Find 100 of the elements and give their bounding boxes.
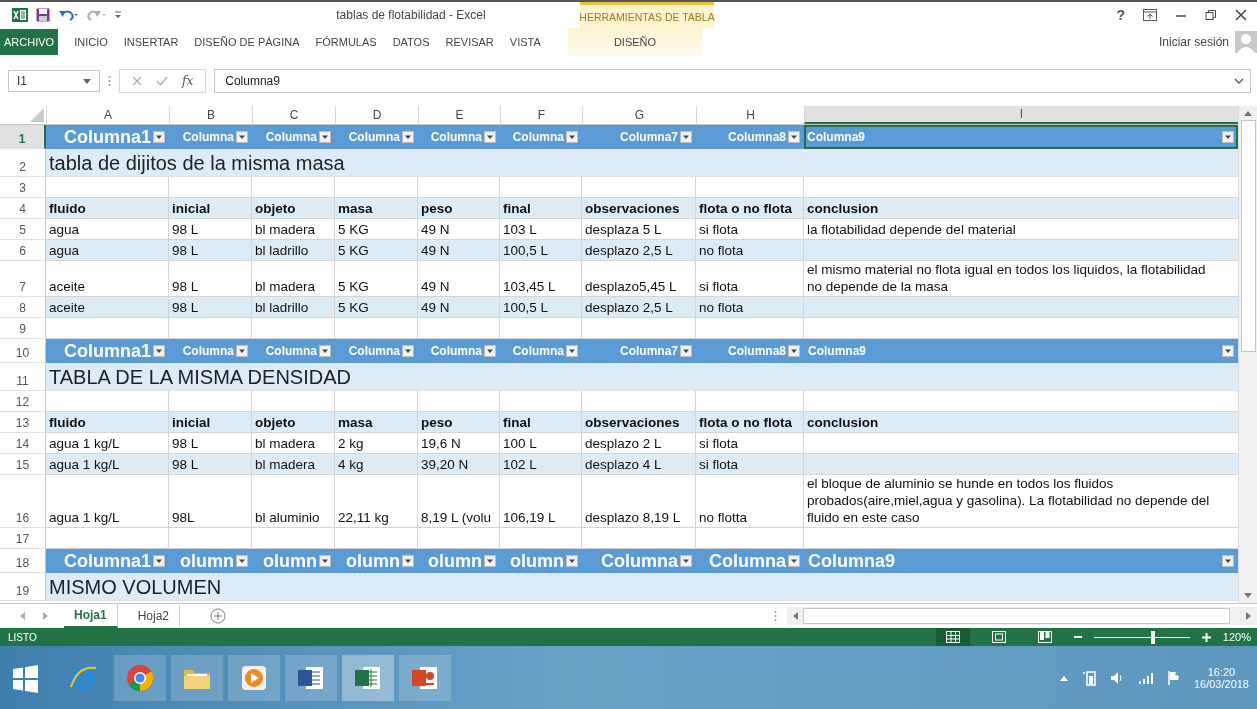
filter-dropdown-icon[interactable] [566, 555, 578, 567]
filter-dropdown-icon[interactable] [402, 345, 414, 357]
filter-dropdown-icon[interactable] [319, 555, 331, 567]
dropdown-arrow-icon[interactable] [83, 78, 91, 84]
scroll-left-icon[interactable] [791, 611, 799, 621]
show-hidden-icon[interactable] [1059, 674, 1068, 681]
filter-dropdown-icon[interactable] [484, 131, 496, 143]
horizontal-scrollbar[interactable] [787, 607, 1257, 625]
taskbar-button[interactable] [285, 654, 337, 701]
ribbon-tab[interactable]: FÓRMULAS [309, 30, 383, 54]
add-sheet-icon[interactable] [210, 608, 227, 624]
table-cell: peso [421, 200, 453, 217]
filter-dropdown-icon[interactable] [402, 555, 414, 567]
file-tab[interactable]: ARCHIVO [0, 29, 59, 55]
table-cell: fluido [49, 200, 86, 217]
filter-dropdown-icon[interactable] [319, 131, 331, 143]
flag-icon[interactable] [1167, 670, 1180, 685]
filter-dropdown-icon[interactable] [236, 555, 248, 567]
restore-icon[interactable] [1205, 9, 1217, 21]
table-cell: peso [421, 414, 453, 431]
save-icon[interactable] [36, 8, 50, 22]
ribbon-tab[interactable]: VISTA [503, 30, 547, 54]
insert-function-button[interactable]: fx [182, 74, 194, 88]
table-cell: 49 N [421, 221, 450, 238]
column-header[interactable]: B [169, 106, 252, 124]
filter-dropdown-icon[interactable] [484, 345, 496, 357]
filter-dropdown-icon[interactable] [788, 555, 800, 567]
table-cell-text: el bloque de aluminio se hunde en todos los fluidos probados(aire,miel,agua y gasolina). La flotabilidad no depende del fluido en este caso [807, 475, 1211, 526]
column-header[interactable]: I [804, 106, 1238, 124]
formula-field[interactable]: Columna9 [214, 69, 1251, 93]
column-title: Columna [709, 550, 786, 572]
name-box[interactable]: I1 [8, 70, 100, 92]
scroll-down-icon[interactable] [1243, 592, 1253, 600]
filter-dropdown-icon[interactable] [402, 131, 414, 143]
battery-icon[interactable] [1081, 669, 1096, 686]
taskbar-button[interactable] [342, 654, 394, 701]
excel-icon[interactable] [12, 7, 28, 23]
filter-dropdown-icon[interactable] [788, 345, 800, 357]
filter-dropdown-icon[interactable] [1222, 131, 1234, 143]
filter-dropdown-icon[interactable] [566, 131, 578, 143]
taskbar-button[interactable] [228, 654, 280, 701]
table-cell: flota o no flota [699, 200, 792, 217]
filter-dropdown-icon[interactable] [680, 345, 692, 357]
table-cell: 98L [172, 509, 195, 526]
filter-dropdown-icon[interactable] [319, 345, 331, 357]
sheet-tab[interactable]: Hoja2 [127, 605, 181, 627]
ribbon-tab[interactable]: REVISAR [439, 30, 500, 54]
filter-dropdown-icon[interactable] [153, 131, 165, 143]
customize-icon[interactable] [114, 10, 122, 20]
slider-thumb[interactable] [1151, 630, 1156, 644]
ribbon-tab[interactable]: DATOS [386, 30, 436, 54]
table-cell: 49 N [421, 299, 450, 316]
filter-dropdown-icon[interactable] [153, 345, 165, 357]
view-button[interactable] [935, 628, 970, 646]
taskbar-button[interactable] [399, 654, 451, 701]
column-title: Columna [512, 130, 564, 144]
table-cell: masa [338, 414, 373, 431]
column-header[interactable]: C [252, 106, 335, 124]
filter-dropdown-icon[interactable] [1222, 555, 1234, 567]
sign-in-link[interactable]: Iniciar sesión [1158, 35, 1229, 49]
scroll-thumb[interactable] [803, 608, 1230, 624]
vertical-scrollbar[interactable] [1238, 106, 1257, 603]
volume-icon[interactable] [1109, 670, 1124, 685]
ribbon-display-icon[interactable] [1143, 9, 1157, 21]
filter-dropdown-icon[interactable] [236, 345, 248, 357]
filter-dropdown-icon[interactable] [484, 555, 496, 567]
scroll-right-icon[interactable] [1245, 611, 1253, 621]
filter-dropdown-icon[interactable] [680, 555, 692, 567]
zoom-in-icon[interactable] [1201, 632, 1211, 642]
column-title: Columna1 [64, 126, 151, 148]
filter-dropdown-icon[interactable] [788, 131, 800, 143]
ribbon-tab[interactable]: INSERTAR [117, 30, 185, 54]
table-cell: flota o no flota [699, 414, 792, 431]
sheet-tab[interactable]: Hoja1 [64, 604, 118, 628]
column-header[interactable]: A [46, 106, 169, 124]
table-cell: desplaza 5 L [585, 221, 662, 238]
table-cell: bl ladrillo [255, 299, 309, 316]
zoom-out-icon[interactable] [1073, 633, 1082, 641]
column-header[interactable]: E [418, 106, 500, 124]
filter-dropdown-icon[interactable] [236, 131, 248, 143]
column-header[interactable]: D [335, 106, 418, 124]
expand-icon[interactable] [1234, 78, 1244, 84]
check-icon[interactable] [156, 76, 168, 86]
undo-icon[interactable] [58, 8, 78, 22]
filter-dropdown-icon[interactable] [680, 131, 692, 143]
column-title: Columna9 [808, 550, 895, 572]
filter-dropdown-icon[interactable] [1222, 345, 1234, 357]
scroll-thumb[interactable] [1240, 120, 1256, 352]
scroll-up-icon[interactable] [1243, 109, 1253, 117]
ribbon-tab[interactable]: DISEÑO DE PÁGINA [188, 30, 306, 54]
filter-dropdown-icon[interactable] [566, 345, 578, 357]
grip-icon [108, 75, 111, 87]
row-header[interactable]: 1 [0, 125, 46, 149]
column-header[interactable]: G [582, 106, 696, 124]
ribbon-tab[interactable]: INICIO [68, 30, 114, 54]
column-header[interactable]: F [500, 106, 582, 124]
help-button[interactable]: ? [1116, 7, 1125, 23]
filter-dropdown-icon[interactable] [153, 555, 165, 567]
close-icon[interactable] [1235, 9, 1247, 21]
signal-icon[interactable] [1137, 671, 1154, 684]
